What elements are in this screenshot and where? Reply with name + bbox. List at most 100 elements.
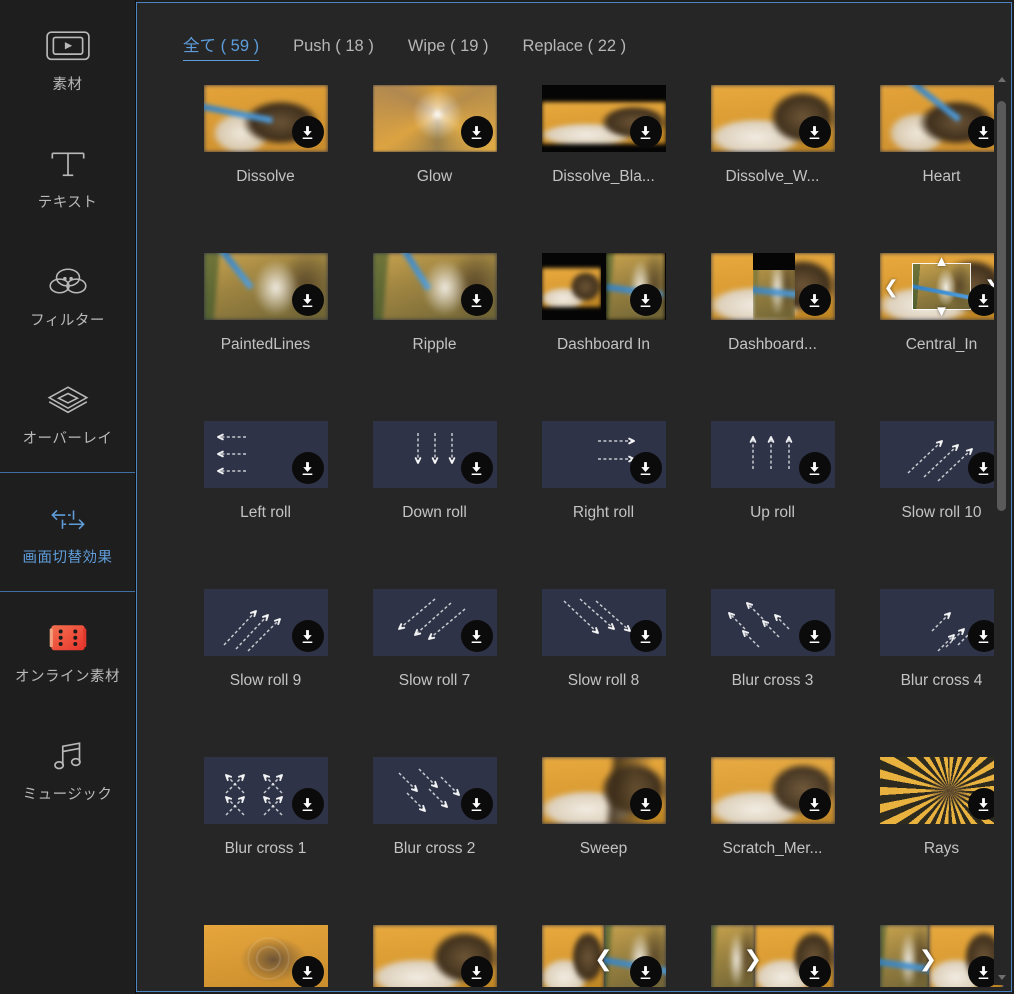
sidebar-item-music[interactable]: ミュージック: [0, 710, 135, 828]
download-icon[interactable]: [798, 620, 831, 652]
transitions-scroll-area[interactable]: Dissolve Glow Dissolve_Bla... Dissolve_W...…: [137, 69, 1011, 987]
transition-item[interactable]: Right roll: [519, 405, 688, 573]
tab-push[interactable]: Push ( 18 ): [293, 37, 374, 61]
transition-thumbnail[interactable]: [203, 85, 328, 152]
transition-thumbnail[interactable]: [203, 757, 328, 824]
transition-item[interactable]: PaintedLines: [181, 237, 350, 405]
transition-thumbnail[interactable]: [203, 589, 328, 656]
download-icon[interactable]: [798, 116, 831, 148]
transition-thumbnail[interactable]: [879, 757, 1004, 824]
transition-thumbnail[interactable]: [541, 589, 666, 656]
transition-item[interactable]: ❮: [519, 909, 688, 987]
download-icon[interactable]: [291, 956, 324, 987]
transition-thumbnail[interactable]: [879, 421, 1004, 488]
transition-item[interactable]: Rays: [857, 741, 1011, 909]
transition-thumbnail[interactable]: ▲▼❮❯: [879, 253, 1004, 320]
transition-item[interactable]: Scratch_Mer...: [688, 741, 857, 909]
download-icon[interactable]: [291, 452, 324, 484]
transition-thumbnail[interactable]: [372, 85, 497, 152]
download-icon[interactable]: [460, 620, 493, 652]
transition-thumbnail[interactable]: ❯: [879, 925, 1004, 987]
transition-thumbnail[interactable]: ❮: [541, 925, 666, 987]
download-icon[interactable]: [798, 284, 831, 316]
download-icon[interactable]: [629, 452, 662, 484]
transition-thumbnail[interactable]: [710, 253, 835, 320]
sidebar-item-media[interactable]: 素材: [0, 0, 135, 118]
transition-item[interactable]: [181, 909, 350, 987]
transition-thumbnail[interactable]: [372, 757, 497, 824]
download-icon[interactable]: [629, 788, 662, 820]
download-icon[interactable]: [629, 956, 662, 987]
transition-thumbnail[interactable]: ❯: [710, 925, 835, 987]
download-icon[interactable]: [629, 284, 662, 316]
sidebar-item-transition[interactable]: 画面切替効果: [0, 473, 135, 591]
transition-thumbnail[interactable]: [541, 757, 666, 824]
transition-item[interactable]: Left roll: [181, 405, 350, 573]
transition-item[interactable]: Heart: [857, 69, 1011, 237]
scrollbar-thumb[interactable]: [997, 101, 1006, 511]
transition-thumbnail[interactable]: [710, 757, 835, 824]
transition-thumbnail[interactable]: [541, 421, 666, 488]
transition-item[interactable]: Dissolve_W...: [688, 69, 857, 237]
transition-item[interactable]: Ripple: [350, 237, 519, 405]
sidebar-item-filter[interactable]: フィルター: [0, 236, 135, 354]
transition-item[interactable]: Slow roll 7: [350, 573, 519, 741]
tab-wipe[interactable]: Wipe ( 19 ): [408, 37, 489, 61]
transition-item[interactable]: Down roll: [350, 405, 519, 573]
transition-item[interactable]: Up roll: [688, 405, 857, 573]
transition-item[interactable]: Slow roll 8: [519, 573, 688, 741]
transition-thumbnail[interactable]: [710, 421, 835, 488]
transition-thumbnail[interactable]: [372, 589, 497, 656]
transition-thumbnail[interactable]: [541, 253, 666, 320]
download-icon[interactable]: [460, 116, 493, 148]
scroll-up-arrow-icon[interactable]: [994, 71, 1009, 87]
transition-item[interactable]: ▲▼❮❯ Central_In: [857, 237, 1011, 405]
transition-thumbnail[interactable]: [710, 85, 835, 152]
transition-thumbnail[interactable]: [541, 85, 666, 152]
download-icon[interactable]: [460, 956, 493, 987]
download-icon[interactable]: [291, 788, 324, 820]
tab-replace[interactable]: Replace ( 22 ): [523, 37, 627, 61]
transition-item[interactable]: Dashboard In: [519, 237, 688, 405]
transition-item[interactable]: ❯: [857, 909, 1011, 987]
download-icon[interactable]: [629, 116, 662, 148]
transition-item[interactable]: Blur cross 2: [350, 741, 519, 909]
sidebar-item-online-material[interactable]: オンライン素材: [0, 592, 135, 710]
transition-thumbnail[interactable]: [203, 925, 328, 987]
sidebar-item-overlay[interactable]: オーバーレイ: [0, 354, 135, 472]
scroll-down-arrow-icon[interactable]: [994, 969, 1009, 985]
sidebar-item-text[interactable]: テキスト: [0, 118, 135, 236]
transition-item[interactable]: Slow roll 9: [181, 573, 350, 741]
transition-item[interactable]: Dissolve_Bla...: [519, 69, 688, 237]
transition-thumbnail[interactable]: [710, 589, 835, 656]
download-icon[interactable]: [291, 284, 324, 316]
transition-item[interactable]: Blur cross 3: [688, 573, 857, 741]
transition-item[interactable]: Sweep: [519, 741, 688, 909]
download-icon[interactable]: [798, 956, 831, 987]
transition-item[interactable]: [350, 909, 519, 987]
transition-item[interactable]: Glow: [350, 69, 519, 237]
transition-thumbnail[interactable]: [203, 421, 328, 488]
transition-item[interactable]: Blur cross 4: [857, 573, 1011, 741]
transition-thumbnail[interactable]: [372, 253, 497, 320]
download-icon[interactable]: [460, 452, 493, 484]
download-icon[interactable]: [629, 620, 662, 652]
download-icon[interactable]: [291, 620, 324, 652]
download-icon[interactable]: [798, 452, 831, 484]
transition-thumbnail[interactable]: [372, 925, 497, 987]
download-icon[interactable]: [460, 788, 493, 820]
transition-thumbnail[interactable]: [372, 421, 497, 488]
transition-thumbnail[interactable]: [203, 253, 328, 320]
tab-all[interactable]: 全て ( 59 ): [183, 32, 260, 61]
transition-item[interactable]: Dissolve: [181, 69, 350, 237]
download-icon[interactable]: [460, 284, 493, 316]
download-icon[interactable]: [798, 788, 831, 820]
transition-item[interactable]: Dashboard...: [688, 237, 857, 405]
vertical-scrollbar[interactable]: [994, 71, 1009, 985]
transition-item[interactable]: ❯: [688, 909, 857, 987]
download-icon[interactable]: [291, 116, 324, 148]
transition-thumbnail[interactable]: [879, 589, 1004, 656]
transition-thumbnail[interactable]: [879, 85, 1004, 152]
transition-item[interactable]: Slow roll 10: [857, 405, 1011, 573]
transition-item[interactable]: Blur cross 1: [181, 741, 350, 909]
